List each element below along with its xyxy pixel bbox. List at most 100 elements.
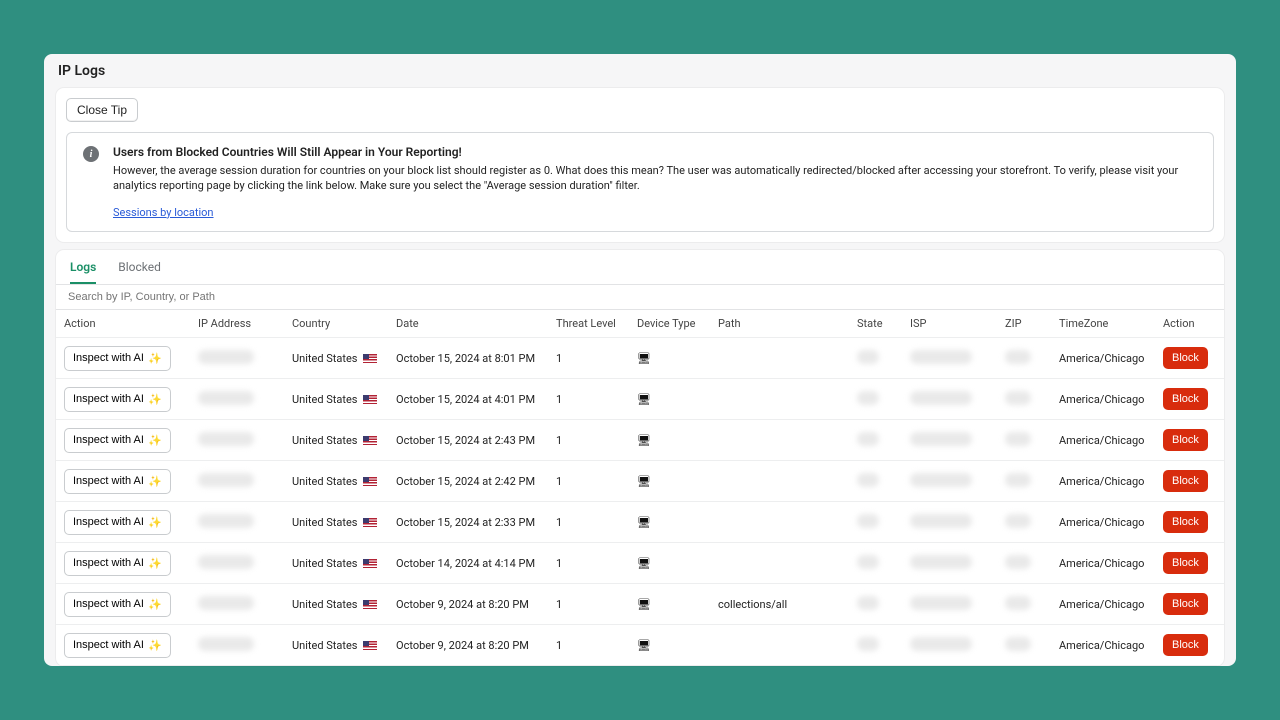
cell-isp bbox=[910, 637, 1005, 654]
block-button[interactable]: Block bbox=[1163, 511, 1208, 533]
block-button[interactable]: Block bbox=[1163, 388, 1208, 410]
cell-state bbox=[857, 432, 910, 449]
inspect-with-ai-button[interactable]: Inspect with AI ✨ bbox=[64, 592, 171, 617]
tab-blocked[interactable]: Blocked bbox=[118, 260, 161, 284]
cell-threat: 1 bbox=[556, 352, 637, 365]
sessions-by-location-link[interactable]: Sessions by location bbox=[113, 206, 214, 219]
col-zip: ZIP bbox=[1005, 317, 1059, 330]
cell-country: United States bbox=[292, 352, 396, 365]
cell-country: United States bbox=[292, 516, 396, 529]
cell-date: October 15, 2024 at 2:43 PM bbox=[396, 434, 556, 447]
inspect-with-ai-button[interactable]: Inspect with AI ✨ bbox=[64, 387, 171, 412]
table-body: Inspect with AI ✨ United States October 1… bbox=[56, 338, 1224, 666]
inspect-with-ai-button[interactable]: Inspect with AI ✨ bbox=[64, 510, 171, 535]
cell-zip bbox=[1005, 596, 1059, 613]
cell-ip bbox=[198, 473, 292, 490]
inspect-with-ai-button[interactable]: Inspect with AI ✨ bbox=[64, 428, 171, 453]
cell-state bbox=[857, 514, 910, 531]
table-row: Inspect with AI ✨United States October 1… bbox=[56, 420, 1224, 461]
tip-card: Close Tip i Users from Blocked Countries… bbox=[56, 88, 1224, 242]
cell-date: October 15, 2024 at 2:42 PM bbox=[396, 475, 556, 488]
us-flag-icon bbox=[363, 436, 377, 445]
cell-tz: America/Chicago bbox=[1059, 639, 1163, 652]
cell-isp bbox=[910, 555, 1005, 572]
cell-isp bbox=[910, 514, 1005, 531]
col-isp: ISP bbox=[910, 317, 1005, 330]
cell-tz: America/Chicago bbox=[1059, 393, 1163, 406]
sparkle-icon: ✨ bbox=[148, 516, 162, 529]
inspect-with-ai-button[interactable]: Inspect with AI ✨ bbox=[64, 346, 171, 371]
cell-zip bbox=[1005, 473, 1059, 490]
table-row: Inspect with AI ✨ United States October 1… bbox=[56, 461, 1224, 502]
table-header: Action IP Address Country Date Threat Le… bbox=[56, 310, 1224, 338]
tip-card-container: Close Tip i Users from Blocked Countries… bbox=[44, 88, 1236, 250]
block-button[interactable]: Block bbox=[1163, 347, 1208, 369]
cell-state bbox=[857, 350, 910, 367]
block-button[interactable]: Block bbox=[1163, 470, 1208, 492]
tabs: Logs Blocked bbox=[56, 250, 1224, 285]
cell-device: 🖥 bbox=[637, 393, 718, 406]
us-flag-icon bbox=[363, 641, 377, 650]
cell-date: October 9, 2024 at 8:20 PM bbox=[396, 639, 556, 652]
cell-ip bbox=[198, 637, 292, 654]
cell-threat: 1 bbox=[556, 557, 637, 570]
cell-threat: 1 bbox=[556, 434, 637, 447]
cell-country: United States bbox=[292, 557, 396, 570]
cell-path: collections/all bbox=[718, 598, 857, 611]
cell-isp bbox=[910, 596, 1005, 613]
table-row: Inspect with AI ✨ United States October 9… bbox=[56, 584, 1224, 625]
cell-tz: America/Chicago bbox=[1059, 434, 1163, 447]
panel-header: IP Logs bbox=[44, 54, 1236, 88]
us-flag-icon bbox=[363, 477, 377, 486]
info-banner-body: However, the average session duration fo… bbox=[113, 163, 1197, 194]
cell-device: 🖥 bbox=[637, 434, 718, 447]
cell-country: United States bbox=[292, 475, 396, 488]
cell-country: United States bbox=[292, 598, 396, 611]
search-row bbox=[56, 285, 1224, 310]
tab-logs[interactable]: Logs bbox=[70, 260, 96, 284]
cell-country: United States bbox=[292, 393, 396, 406]
info-banner-title: Users from Blocked Countries Will Still … bbox=[113, 145, 1197, 159]
inspect-with-ai-button[interactable]: Inspect with AI ✨ bbox=[64, 469, 171, 494]
cell-date: October 15, 2024 at 4:01 PM bbox=[396, 393, 556, 406]
cell-state bbox=[857, 637, 910, 654]
desktop-icon: 🖥 bbox=[637, 598, 651, 611]
cell-device: 🖥 bbox=[637, 639, 718, 652]
col-ip: IP Address bbox=[198, 317, 292, 330]
cell-device: 🖥 bbox=[637, 475, 718, 488]
col-tz: TimeZone bbox=[1059, 317, 1163, 330]
us-flag-icon bbox=[363, 395, 377, 404]
block-button[interactable]: Block bbox=[1163, 429, 1208, 451]
inspect-with-ai-button[interactable]: Inspect with AI ✨ bbox=[64, 551, 171, 576]
close-tip-button[interactable]: Close Tip bbox=[66, 98, 138, 122]
cell-isp bbox=[910, 391, 1005, 408]
col-state: State bbox=[857, 317, 910, 330]
cell-state bbox=[857, 596, 910, 613]
cell-threat: 1 bbox=[556, 598, 637, 611]
info-banner-content: Users from Blocked Countries Will Still … bbox=[113, 145, 1197, 219]
table-row: Inspect with AI ✨United States October 1… bbox=[56, 543, 1224, 584]
sparkle-icon: ✨ bbox=[148, 639, 162, 652]
block-button[interactable]: Block bbox=[1163, 634, 1208, 656]
cell-ip bbox=[198, 432, 292, 449]
col-threat: Threat Level bbox=[556, 317, 637, 330]
info-icon: i bbox=[83, 146, 99, 162]
cell-threat: 1 bbox=[556, 639, 637, 652]
cell-date: October 9, 2024 at 8:20 PM bbox=[396, 598, 556, 611]
search-input[interactable] bbox=[56, 285, 1224, 309]
inspect-with-ai-button[interactable]: Inspect with AI ✨ bbox=[64, 633, 171, 658]
sparkle-icon: ✨ bbox=[148, 352, 162, 365]
desktop-icon: 🖥 bbox=[637, 352, 651, 365]
col-path: Path bbox=[718, 317, 857, 330]
desktop-icon: 🖥 bbox=[637, 434, 651, 447]
desktop-icon: 🖥 bbox=[637, 475, 651, 488]
cell-date: October 15, 2024 at 8:01 PM bbox=[396, 352, 556, 365]
block-button[interactable]: Block bbox=[1163, 593, 1208, 615]
table-row: Inspect with AI ✨ United States October 1… bbox=[56, 338, 1224, 379]
cell-tz: America/Chicago bbox=[1059, 475, 1163, 488]
cell-zip bbox=[1005, 637, 1059, 654]
cell-threat: 1 bbox=[556, 516, 637, 529]
cell-threat: 1 bbox=[556, 393, 637, 406]
cell-state bbox=[857, 473, 910, 490]
block-button[interactable]: Block bbox=[1163, 552, 1208, 574]
